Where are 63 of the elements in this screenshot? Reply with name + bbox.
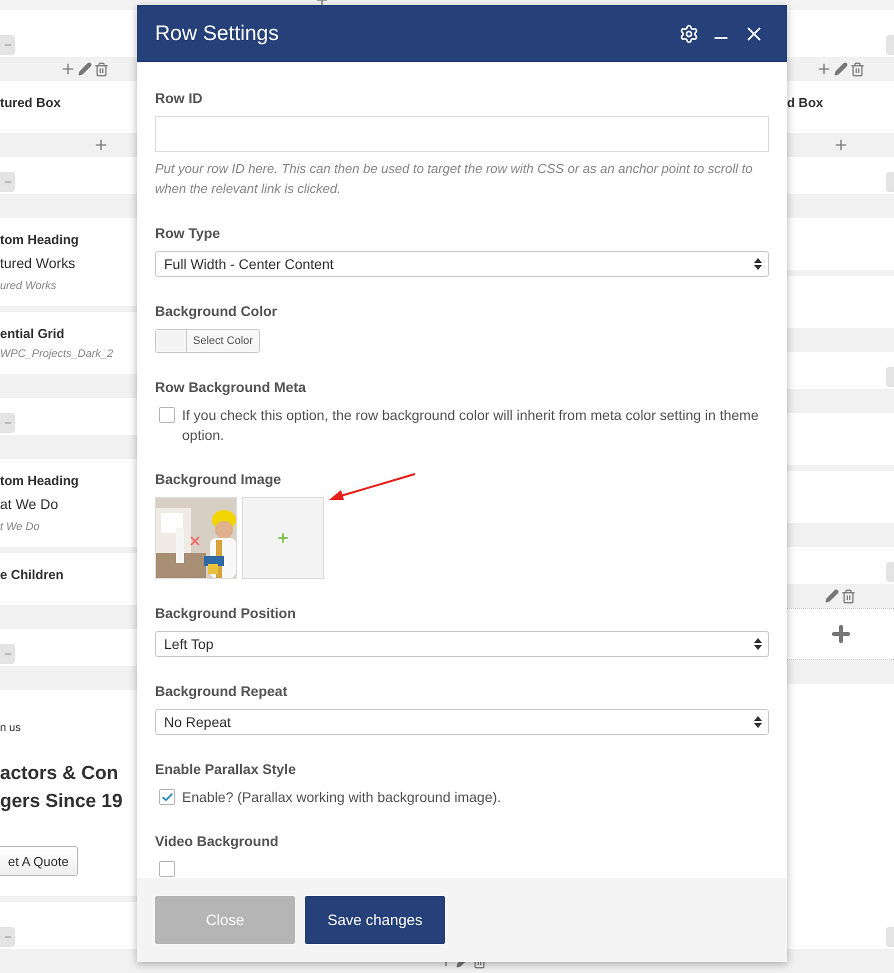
settings-icon[interactable]: [679, 24, 699, 44]
element-title: at We Do: [0, 495, 58, 514]
edit-icon[interactable]: [78, 62, 92, 76]
checkbox[interactable]: [159, 789, 175, 805]
headline-text: actors & Con: [0, 762, 118, 786]
select-field[interactable]: Full Width - Center Content: [155, 251, 769, 277]
delete-icon[interactable]: [850, 62, 865, 76]
collapse-handle[interactable]: [886, 562, 894, 582]
add-icon[interactable]: [60, 61, 76, 77]
save-button[interactable]: Save changes: [305, 896, 445, 944]
add-icon[interactable]: [93, 137, 109, 153]
field-label: Video Background: [155, 833, 278, 849]
input-field[interactable]: [155, 116, 769, 152]
collapse-handle[interactable]: [0, 413, 15, 433]
element-heading: d Box: [787, 94, 824, 112]
element-text: n us: [0, 721, 21, 736]
checkbox[interactable]: [159, 407, 175, 423]
field-label: Background Repeat: [155, 683, 288, 699]
collapse-handle[interactable]: [0, 927, 15, 947]
collapse-handle[interactable]: [886, 367, 894, 387]
caret-icon: [754, 258, 762, 270]
headline-text: gers Since 19: [0, 790, 123, 814]
color-picker-button[interactable]: Select Color: [155, 329, 260, 353]
collapse-handle[interactable]: [0, 644, 15, 664]
help-text: Put your row ID here. This can then be used to target the row with CSS or as an anchor point to scroll to when the relevant link is clicked.: [155, 160, 754, 198]
element-heading: e Children: [0, 566, 64, 584]
edit-icon[interactable]: [825, 589, 839, 603]
checkbox-label: If you check this option, the row background color will inherit from meta color setting in theme option.: [182, 406, 760, 445]
checkbox[interactable]: [159, 861, 175, 877]
element-heading: tom Heading: [0, 472, 79, 490]
remove-icon[interactable]: [188, 534, 202, 548]
collapse-handle[interactable]: [886, 927, 894, 947]
field-label: Row ID: [155, 90, 202, 106]
delete-icon[interactable]: [94, 62, 109, 76]
field-label: Row Type: [155, 225, 220, 241]
select-field[interactable]: No Repeat: [155, 709, 769, 735]
add-icon[interactable]: [816, 61, 832, 77]
collapse-handle[interactable]: [0, 35, 15, 55]
quote-button[interactable]: et A Quote: [0, 846, 78, 876]
select-field[interactable]: Left Top: [155, 631, 769, 657]
element-heading: tured Box: [0, 94, 61, 112]
dialog-title: Row Settings: [155, 22, 280, 46]
caret-icon: [754, 716, 762, 728]
edit-icon[interactable]: [834, 62, 848, 76]
element-title: tured Works: [0, 254, 76, 273]
field-label: Background Position: [155, 605, 296, 621]
field-label: Enable Parallax Style: [155, 761, 296, 777]
add-icon[interactable]: [832, 137, 848, 153]
element-heading: tom Heading: [0, 231, 79, 249]
delete-icon[interactable]: [841, 588, 856, 604]
caret-icon: [754, 638, 762, 650]
element-subtitle: ured Works: [0, 279, 56, 294]
collapse-handle[interactable]: [0, 172, 15, 192]
element-heading: ential Grid: [0, 325, 64, 343]
collapse-handle[interactable]: [886, 35, 894, 55]
field-label: Row Background Meta: [155, 379, 306, 395]
element-subtitle: WPC_Projects_Dark_2: [0, 347, 114, 362]
element-subtitle: t We Do: [0, 520, 40, 535]
plus-icon: [276, 531, 290, 545]
field-label: Background Image: [155, 471, 282, 487]
checkbox-label: Enable? (Parallax working with background image).: [182, 788, 502, 807]
collapse-handle[interactable]: [886, 172, 894, 192]
field-label: Background Color: [155, 303, 278, 319]
